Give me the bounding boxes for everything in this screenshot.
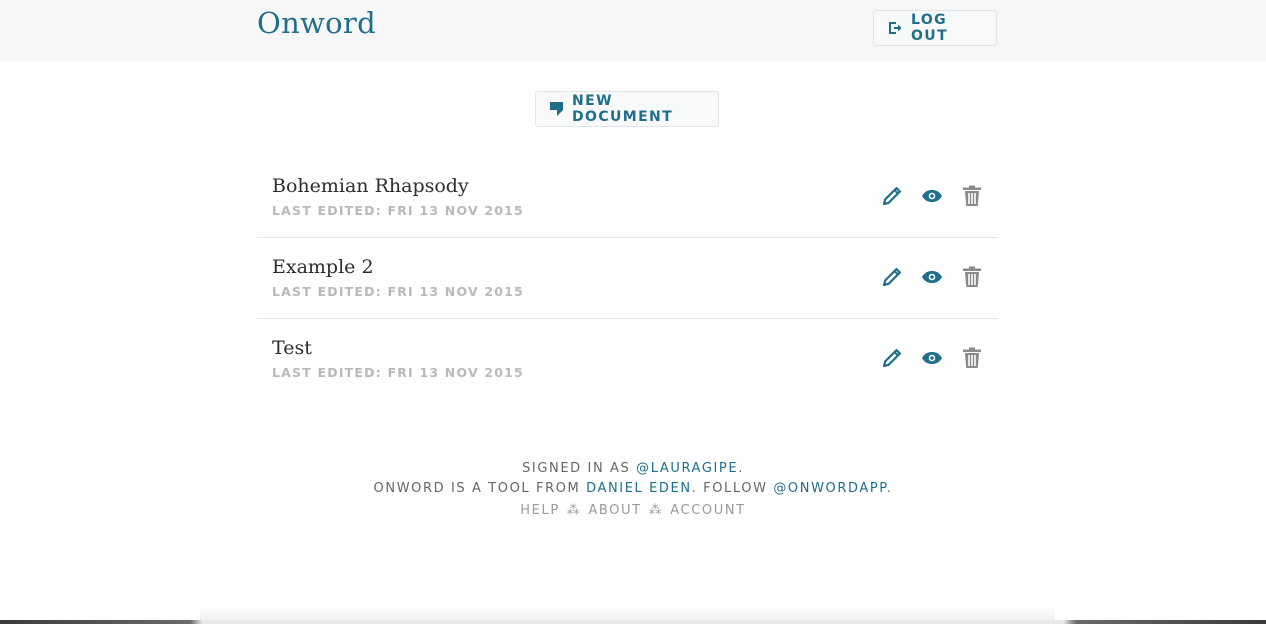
separator-icon: ⁂ xyxy=(566,503,582,518)
tool-suffix: . xyxy=(886,481,893,496)
footer-links: Help ⁂ About ⁂ Account xyxy=(0,501,1266,521)
pencil-icon[interactable] xyxy=(880,346,904,370)
pencil-icon[interactable] xyxy=(880,184,904,208)
logout-button[interactable]: Log out xyxy=(873,10,997,46)
document-row[interactable]: Test Last edited: Fri 13 Nov 2015 xyxy=(257,319,998,400)
document-last-edited: Last edited: Fri 13 Nov 2015 xyxy=(272,284,524,299)
credits-line: Onword is a tool from Daniel Eden. Follo… xyxy=(0,479,1266,499)
pencil-icon[interactable] xyxy=(880,265,904,289)
account-link[interactable]: Account xyxy=(670,503,745,518)
separator-icon: ⁂ xyxy=(648,503,664,518)
eye-icon[interactable] xyxy=(920,265,944,289)
signed-in-suffix: . xyxy=(738,461,744,476)
document-row[interactable]: Bohemian Rhapsody Last edited: Fri 13 No… xyxy=(257,157,998,238)
document-last-edited: Last edited: Fri 13 Nov 2015 xyxy=(272,203,524,218)
trash-icon[interactable] xyxy=(960,346,984,370)
signed-in-prefix: Signed in as xyxy=(522,461,637,476)
document-actions xyxy=(880,184,984,208)
help-link[interactable]: Help xyxy=(520,503,559,518)
about-link[interactable]: About xyxy=(588,503,641,518)
twitter-link[interactable]: @onwordapp xyxy=(773,481,886,496)
eye-icon[interactable] xyxy=(920,346,944,370)
username-link[interactable]: @lauragipe xyxy=(636,461,738,476)
document-title[interactable]: Test xyxy=(272,337,312,359)
top-bar: Onword Log out xyxy=(0,0,1266,61)
document-actions xyxy=(880,265,984,289)
logout-label: Log out xyxy=(911,12,949,44)
eye-icon[interactable] xyxy=(920,184,944,208)
tool-prefix: Onword is a tool from xyxy=(373,481,587,496)
document-row[interactable]: Example 2 Last edited: Fri 13 Nov 2015 xyxy=(257,238,998,319)
bottom-shadow xyxy=(200,606,1055,620)
signed-in-line: Signed in as @lauragipe. xyxy=(0,459,1266,479)
brand-logo[interactable]: Onword xyxy=(257,6,376,40)
new-document-label: New document xyxy=(572,93,674,125)
footer: Signed in as @lauragipe. Onword is a too… xyxy=(0,459,1266,521)
document-title[interactable]: Example 2 xyxy=(272,256,374,278)
logout-icon xyxy=(888,21,902,35)
new-document-button[interactable]: New document xyxy=(535,91,719,127)
document-icon xyxy=(550,102,563,116)
document-title[interactable]: Bohemian Rhapsody xyxy=(272,175,469,197)
author-link[interactable]: Daniel Eden xyxy=(586,481,692,496)
bottom-edge xyxy=(0,620,1266,624)
trash-icon[interactable] xyxy=(960,184,984,208)
document-last-edited: Last edited: Fri 13 Nov 2015 xyxy=(272,365,524,380)
trash-icon[interactable] xyxy=(960,265,984,289)
document-list: Bohemian Rhapsody Last edited: Fri 13 No… xyxy=(257,157,998,400)
follow-text: . Follow xyxy=(691,481,774,496)
document-actions xyxy=(880,346,984,370)
